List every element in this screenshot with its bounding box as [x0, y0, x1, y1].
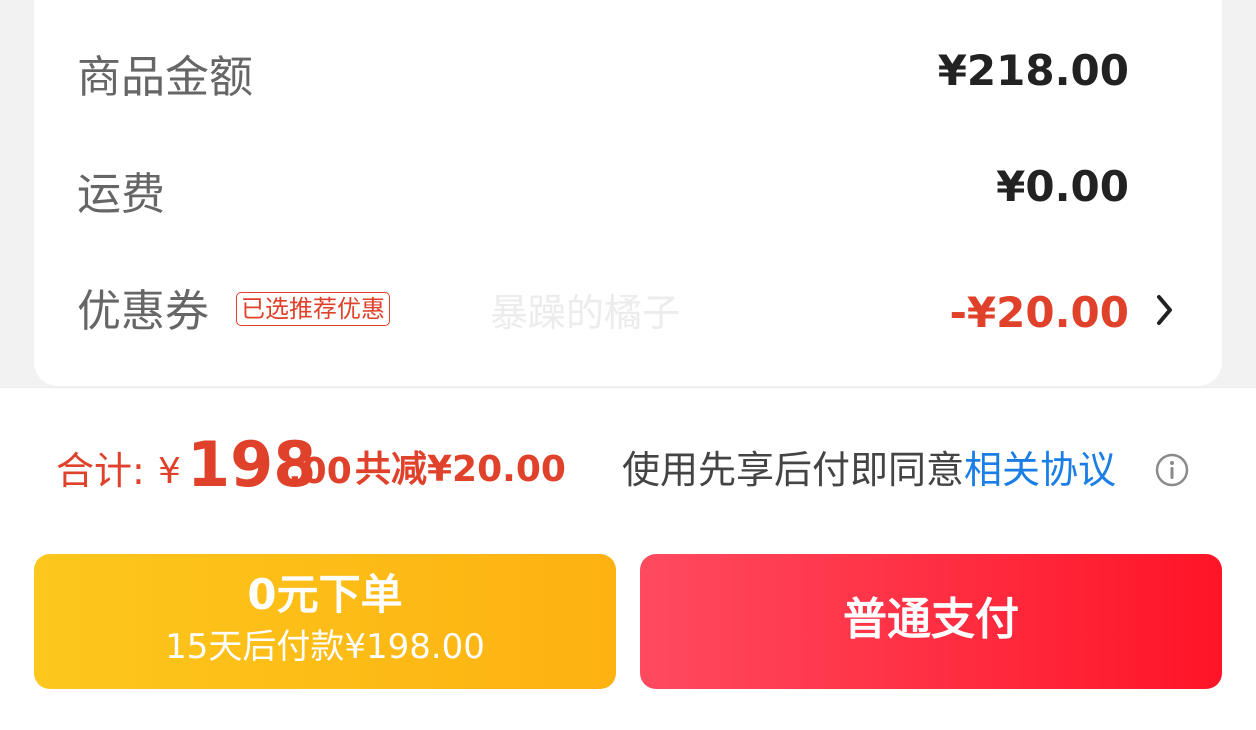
total-reduction: 共减¥20.00	[355, 449, 566, 490]
watermark: 暴躁的橘子	[490, 291, 681, 335]
pay-later-sub-label: 15天后付款¥198.00	[165, 627, 485, 667]
pay-now-button[interactable]: 普通支付	[640, 554, 1222, 689]
agreement-notice: 使用先享后付即同意相关协议	[622, 451, 1116, 489]
total-currency: ¥	[158, 451, 181, 492]
total-decimal: .00	[288, 451, 352, 492]
shipping-fee-value: ¥0.00	[996, 162, 1129, 211]
recommended-coupon-badge: 已选推荐优惠	[236, 292, 390, 326]
pay-later-main-label: 0元下单	[247, 570, 403, 619]
agreement-link[interactable]: 相关协议	[964, 448, 1116, 492]
chevron-right-icon[interactable]	[1152, 290, 1178, 330]
total-label: 合计:	[56, 449, 145, 493]
coupon-label[interactable]: 优惠券	[77, 290, 209, 334]
agreement-text: 使用先享后付即同意	[622, 448, 965, 492]
goods-amount-value: ¥218.00	[937, 46, 1129, 95]
info-icon[interactable]	[1154, 452, 1190, 488]
goods-amount-label: 商品金额	[77, 52, 253, 103]
pay-now-label: 普通支付	[843, 594, 1019, 645]
coupon-discount-value[interactable]: -¥20.00	[949, 292, 1129, 334]
shipping-fee-label: 运费	[77, 169, 165, 220]
pay-later-button[interactable]: 0元下单 15天后付款¥198.00	[34, 554, 616, 689]
